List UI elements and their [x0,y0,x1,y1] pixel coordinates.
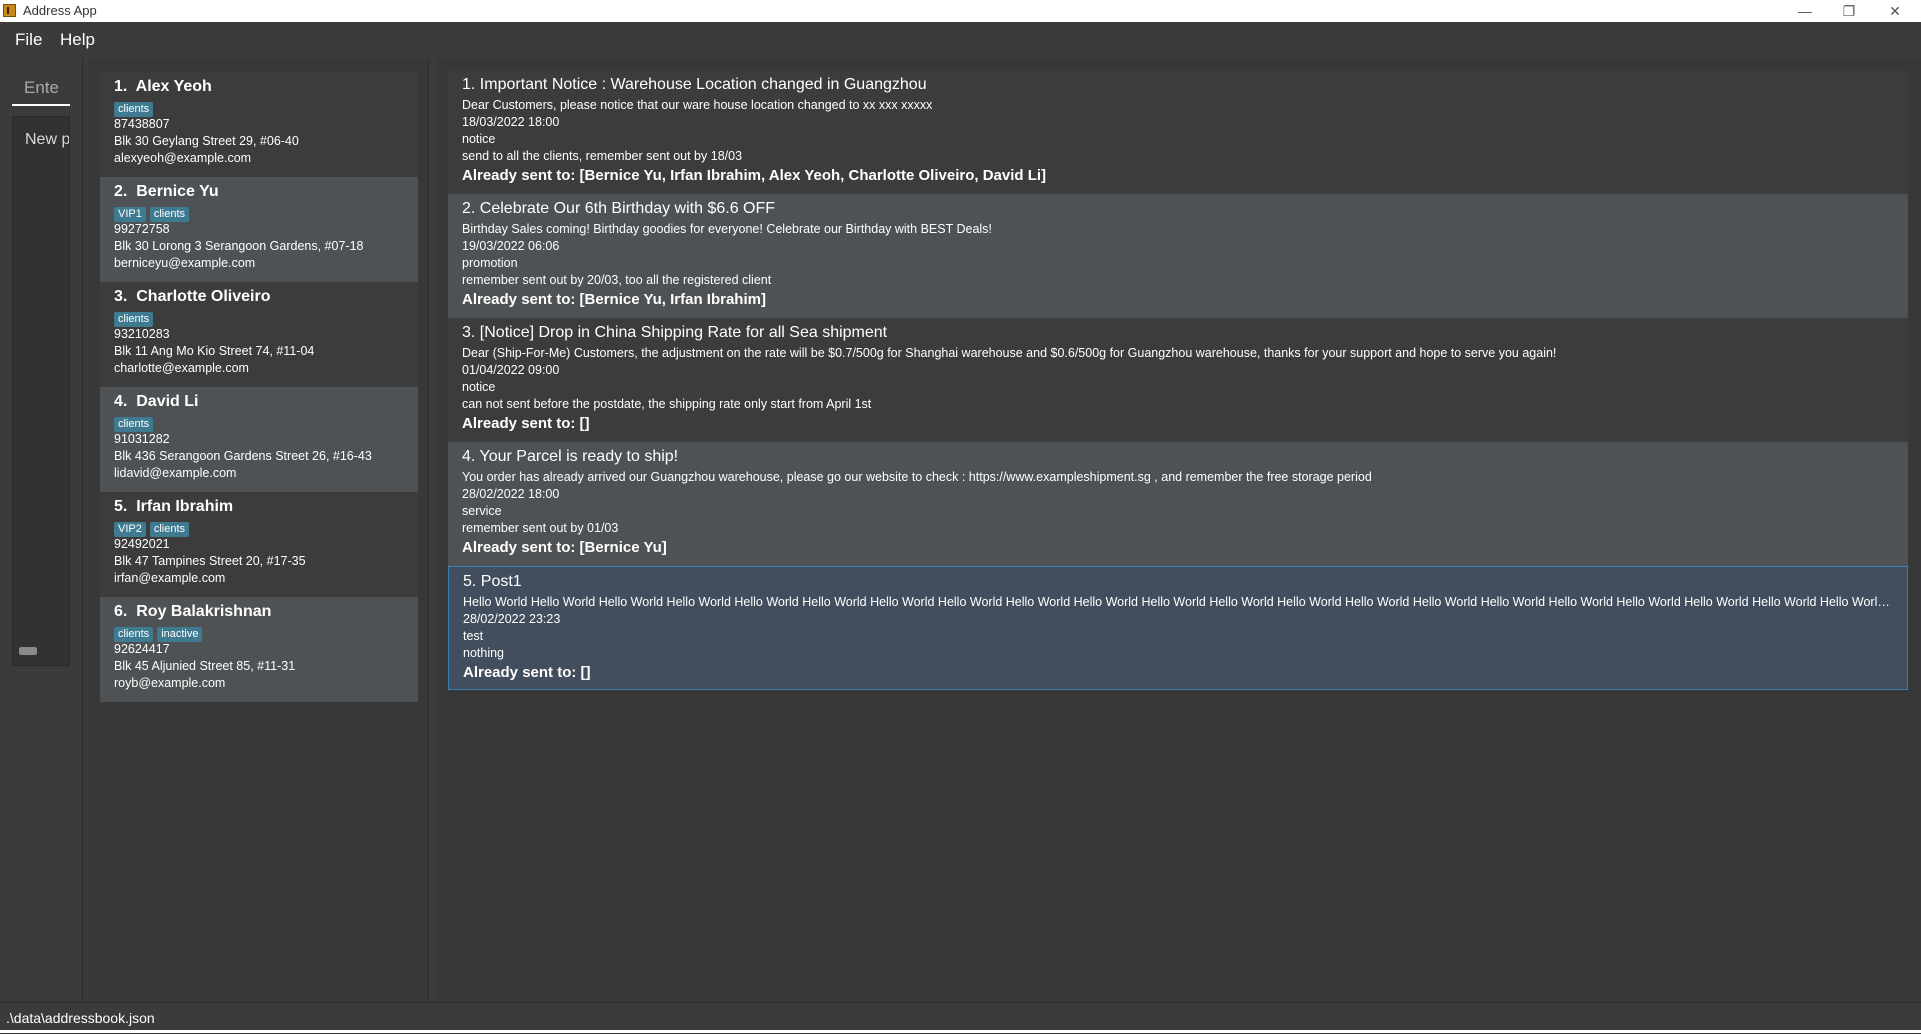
person-phone: 91031282 [114,432,170,446]
person-phone: 92624417 [114,642,170,656]
person-card[interactable]: 4. David Li clients 91031282 Blk 436 Ser… [100,387,418,492]
save-location: .\data\addressbook.json [6,1010,155,1026]
post-note: nothing [463,646,505,660]
person-tag: clients [149,522,190,537]
post-content: Dear (Ship-For-Me) Customers, the adjust… [462,346,1557,360]
post-category: test [463,629,484,643]
post-sent-to: Already sent to: [Bernice Yu] [462,539,667,556]
person-tag: inactive [157,627,203,642]
post-category: service [462,504,502,518]
close-button[interactable]: ✕ [1873,0,1917,22]
person-name: 4. David Li [114,393,199,410]
person-email: irfan@example.com [114,571,226,585]
person-tag: clients [149,207,190,222]
post-content: Dear Customers, please notice that our w… [462,98,933,112]
person-email: lidavid@example.com [114,466,237,480]
person-address: Blk 47 Tampines Street 20, #17-35 [114,554,306,568]
person-email: charlotte@example.com [114,361,249,375]
window-title: Address App [23,3,97,18]
person-list: 1. Alex Yeoh clients 87438807 Blk 30 Gey… [100,72,418,702]
post-note: send to all the clients, remember sent o… [462,149,743,163]
person-phone: 99272758 [114,222,170,236]
command-pane: Ente New p [0,58,83,1002]
post-note: remember sent out by 20/03, too all the … [462,273,772,287]
post-list: 1. Important Notice : Warehouse Location… [448,70,1908,690]
command-input[interactable]: Ente [12,70,70,106]
post-title: 1. Important Notice : Warehouse Location… [462,76,927,93]
post-content: Hello World Hello World Hello World Hell… [463,595,1893,609]
post-card[interactable]: 2. Celebrate Our 6th Birthday with $6.6 … [448,194,1908,318]
person-card[interactable]: 1. Alex Yeoh clients 87438807 Blk 30 Gey… [100,72,418,177]
post-category: notice [462,380,496,394]
post-note: remember sent out by 01/03 [462,521,619,535]
post-datetime: 28/02/2022 18:00 [462,487,560,501]
person-card[interactable]: 6. Roy Balakrishnan clients inactive 9262… [100,597,418,702]
post-title: 5. Post1 [463,573,522,590]
person-tag: clients [114,312,154,327]
person-tag: clients [114,627,154,642]
person-name: 2. Bernice Yu [114,183,219,200]
menu-file[interactable]: File [15,30,42,50]
person-phone: 87438807 [114,117,170,131]
person-list-panel: 1. Alex Yeoh clients 87438807 Blk 30 Gey… [88,58,429,1002]
minimize-button[interactable]: — [1783,0,1827,22]
menu-help[interactable]: Help [60,30,95,50]
post-content: Birthday Sales coming! Birthday goodies … [462,222,992,236]
post-title: 2. Celebrate Our 6th Birthday with $6.6 … [462,200,776,217]
result-text: New p [25,131,70,148]
app-icon [3,4,16,17]
post-datetime: 18/03/2022 18:00 [462,115,560,129]
post-category: promotion [462,256,518,270]
post-title: 3. [Notice] Drop in China Shipping Rate … [462,324,888,341]
person-tag: VIP1 [114,207,146,222]
post-sent-to: Already sent to: [] [463,664,591,681]
menu-bar: File Help [0,22,1921,58]
person-email: royb@example.com [114,676,226,690]
person-address: Blk 45 Aljunied Street 85, #11-31 [114,659,296,673]
person-address: Blk 30 Geylang Street 29, #06-40 [114,134,299,148]
post-card[interactable]: 3. [Notice] Drop in China Shipping Rate … [448,318,1908,442]
post-datetime: 01/04/2022 09:00 [462,363,560,377]
person-tag: clients [114,102,154,117]
person-phone: 92492021 [114,537,170,551]
person-email: alexyeoh@example.com [114,151,252,165]
post-sent-to: Already sent to: [Bernice Yu, Irfan Ibra… [462,167,1047,184]
post-content: You order has already arrived our Guangz… [462,470,1372,484]
person-address: Blk 11 Ang Mo Kio Street 74, #11-04 [114,344,315,358]
post-category: notice [462,132,496,146]
person-email: berniceyu@example.com [114,256,256,270]
post-sent-to: Already sent to: [] [462,415,590,432]
person-name: 1. Alex Yeoh [114,78,212,95]
result-display[interactable]: New p [12,116,70,666]
post-list-panel: 1. Important Notice : Warehouse Location… [436,58,1921,1002]
person-tag: VIP2 [114,522,146,537]
post-datetime: 19/03/2022 06:06 [462,239,560,253]
person-name: 6. Roy Balakrishnan [114,603,272,620]
person-phone: 93210283 [114,327,170,341]
post-datetime: 28/02/2022 23:23 [463,612,561,626]
person-tag: clients [114,417,154,432]
post-card[interactable]: 1. Important Notice : Warehouse Location… [448,70,1908,194]
post-note: can not sent before the postdate, the sh… [462,397,872,411]
person-card[interactable]: 2. Bernice Yu VIP1 clients 99272758 Blk 3… [100,177,418,282]
person-name: 3. Charlotte Oliveiro [114,288,271,305]
maximize-button[interactable]: ❐ [1827,0,1871,22]
person-name: 5. Irfan Ibrahim [114,498,234,515]
post-card-selected[interactable]: 5. Post1 Hello World Hello World Hello W… [448,566,1908,690]
post-title: 4. Your Parcel is ready to ship! [462,448,679,465]
post-sent-to: Already sent to: [Bernice Yu, Irfan Ibra… [462,291,766,308]
title-bar: Address App — ❐ ✕ [0,0,1921,22]
person-card[interactable]: 3. Charlotte Oliveiro clients 93210283 B… [100,282,418,387]
person-address: Blk 30 Lorong 3 Serangoon Gardens, #07-1… [114,239,364,253]
person-card[interactable]: 5. Irfan Ibrahim VIP2 clients 92492021 Bl… [100,492,418,597]
person-address: Blk 436 Serangoon Gardens Street 26, #16… [114,449,372,463]
horizontal-scrollbar[interactable] [19,647,37,655]
post-card[interactable]: 4. Your Parcel is ready to ship! You ord… [448,442,1908,566]
